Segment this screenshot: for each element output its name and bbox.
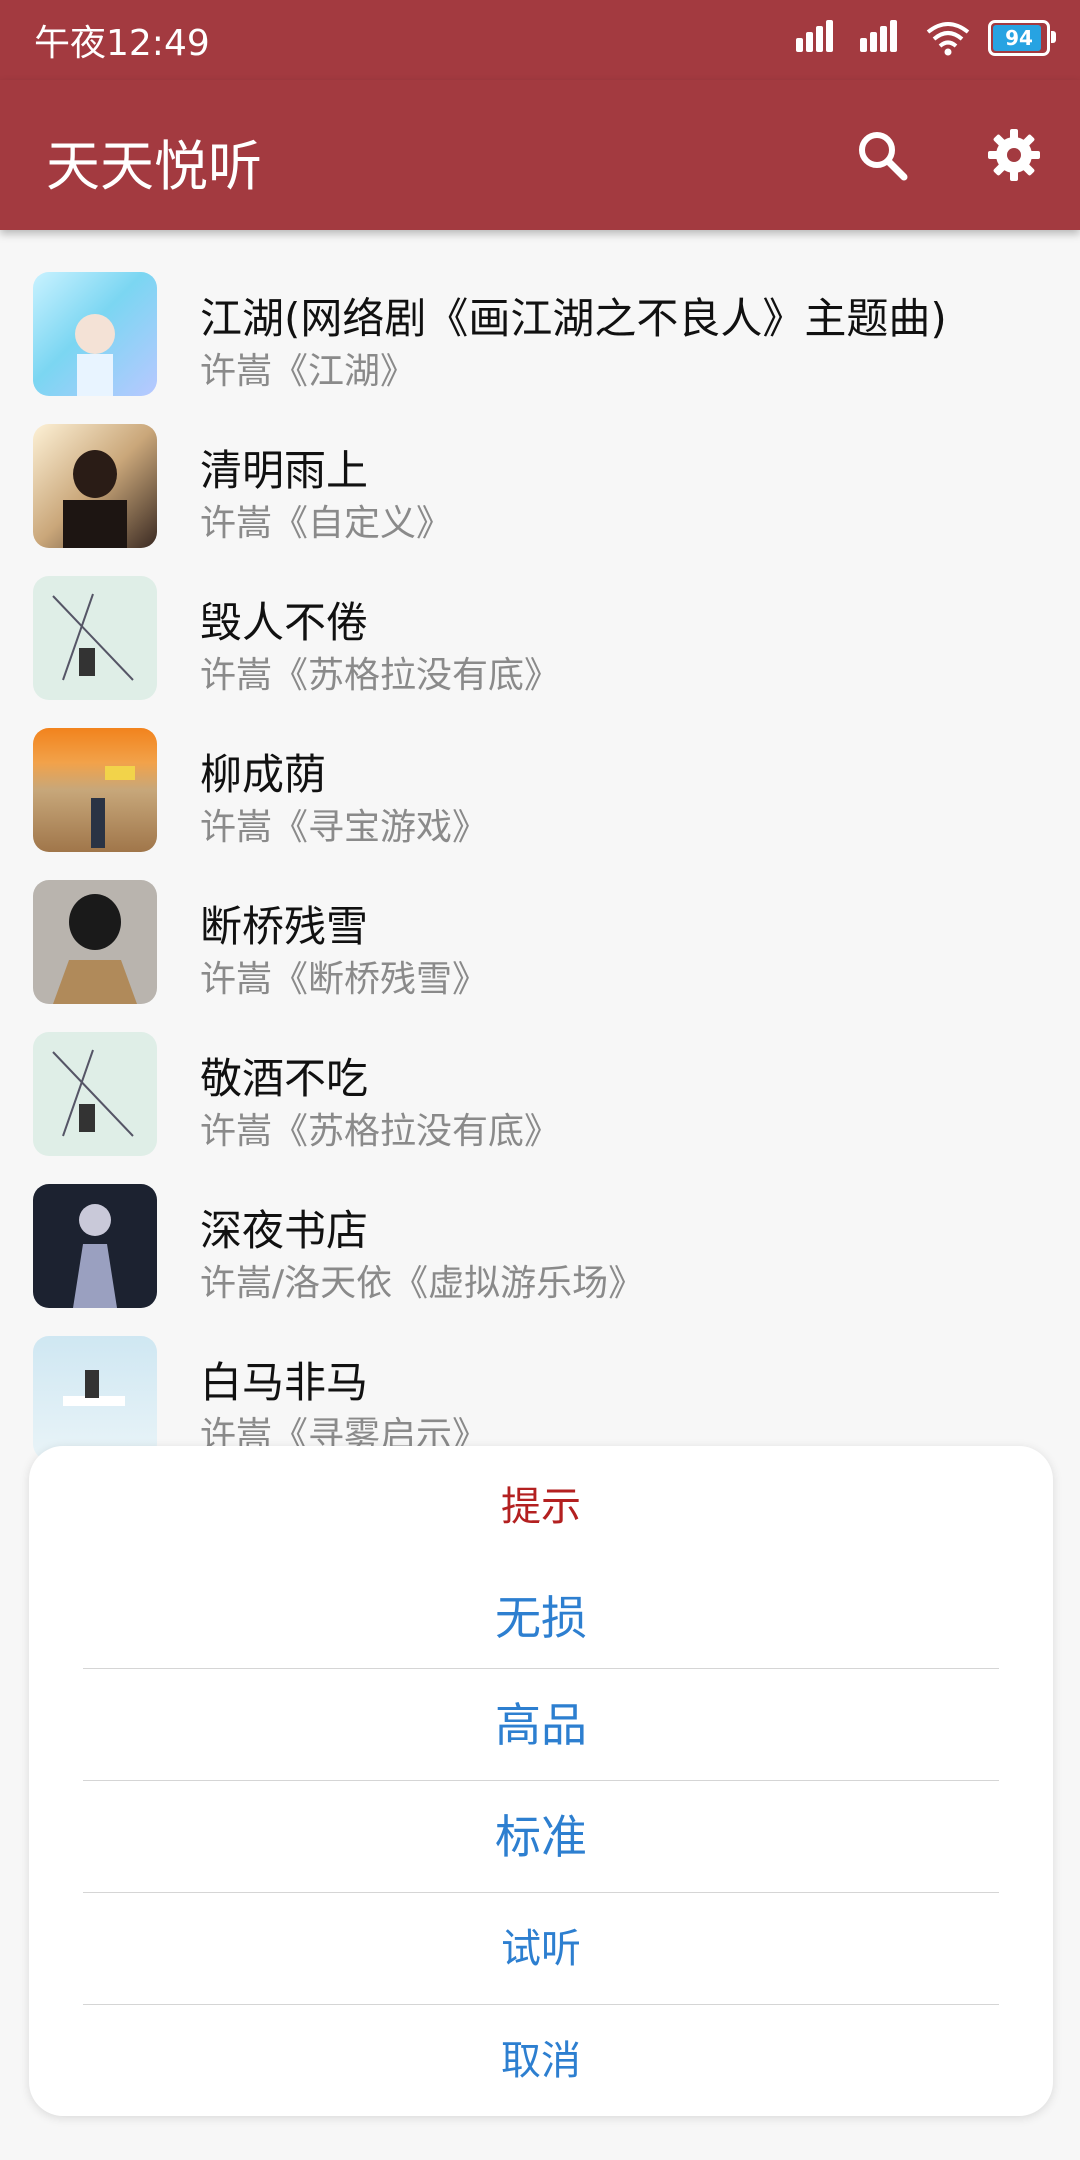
status-time: 午夜12:49 xyxy=(34,23,210,64)
song-item-5[interactable]: 断桥残雪 许嵩《断桥残雪》 xyxy=(0,838,1080,1004)
signal-icon-2 xyxy=(860,20,908,56)
quality-dialog: 提示 无损 高品 标准 试听 取消 xyxy=(29,1446,1053,2116)
status-icons: 94 xyxy=(796,18,1056,58)
song-item-8[interactable]: 白马非马 许嵩《寻雾启示》 xyxy=(0,1294,1080,1460)
album-cover xyxy=(33,1336,157,1460)
song-title: 敬酒不吃 xyxy=(200,1054,369,1103)
option-lossless[interactable]: 无损 xyxy=(83,1566,999,1670)
search-icon xyxy=(859,132,908,181)
song-list: 江湖(网络剧《画江湖之不良人》主题曲) 许嵩《江湖》 清明雨上 许嵩《自定义》 … xyxy=(0,230,1080,1612)
dialog-title: 提示 xyxy=(501,1484,581,1530)
album-cover xyxy=(33,576,157,700)
song-title: 毁人不倦 xyxy=(200,598,369,647)
wifi-icon xyxy=(926,22,970,56)
song-title: 柳成荫 xyxy=(200,750,327,799)
album-cover xyxy=(33,728,157,852)
app-title: 天天悦听 xyxy=(46,135,262,198)
album-cover xyxy=(33,880,157,1004)
song-title: 断桥残雪 xyxy=(200,902,369,951)
album-cover xyxy=(33,1032,157,1156)
song-item-1[interactable]: 江湖(网络剧《画江湖之不良人》主题曲) 许嵩《江湖》 xyxy=(0,230,1080,396)
song-title: 深夜书店 xyxy=(200,1206,369,1255)
battery-level: 94 xyxy=(1005,26,1033,50)
song-item-4[interactable]: 柳成荫 许嵩《寻宝游戏》 xyxy=(0,686,1080,852)
cancel-button[interactable]: 取消 xyxy=(83,2004,999,2117)
song-title: 白马非马 xyxy=(200,1358,369,1407)
settings-button[interactable] xyxy=(974,115,1054,195)
song-item-3[interactable]: 毁人不倦 许嵩《苏格拉没有底》 xyxy=(0,534,1080,700)
app-bar: 天天悦听 xyxy=(0,80,1080,230)
album-cover xyxy=(33,1184,157,1308)
album-cover xyxy=(33,424,157,548)
option-standard[interactable]: 标准 xyxy=(83,1780,999,1893)
search-button[interactable] xyxy=(842,115,922,195)
status-bar: 午夜12:49 94 xyxy=(0,0,1080,80)
battery-icon: 94 xyxy=(988,20,1056,56)
album-cover xyxy=(33,272,157,396)
option-high-quality[interactable]: 高品 xyxy=(83,1668,999,1781)
song-item-2[interactable]: 清明雨上 许嵩《自定义》 xyxy=(0,382,1080,548)
song-item-7[interactable]: 深夜书店 许嵩/洛天依《虚拟游乐场》 xyxy=(0,1142,1080,1308)
song-title: 清明雨上 xyxy=(200,446,369,495)
song-item-6[interactable]: 敬酒不吃 许嵩《苏格拉没有底》 xyxy=(0,990,1080,1156)
option-preview[interactable]: 试听 xyxy=(83,1892,999,2005)
song-title: 江湖(网络剧《画江湖之不良人》主题曲) xyxy=(200,294,947,343)
signal-icon xyxy=(796,20,844,56)
gear-icon xyxy=(988,129,1040,181)
